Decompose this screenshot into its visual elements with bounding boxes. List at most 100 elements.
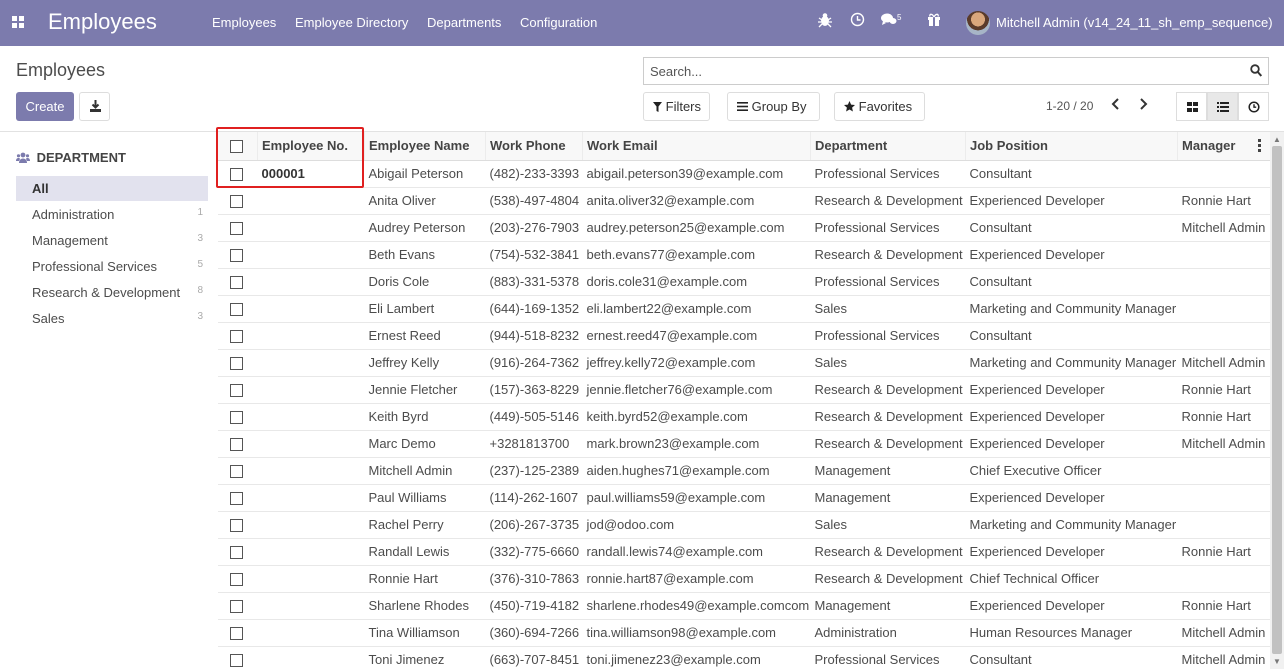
work-email-cell[interactable]: jeffrey.kelly72@example.com: [583, 349, 811, 376]
group-by-button[interactable]: Group By: [727, 92, 820, 121]
app-brand[interactable]: Employees: [48, 9, 157, 35]
work-email-cell[interactable]: tina.williamson98@example.com: [583, 619, 811, 646]
menu-employees[interactable]: Employees: [212, 15, 276, 30]
work-phone-cell[interactable]: (237)-125-2389: [486, 457, 583, 484]
row-checkbox[interactable]: [229, 411, 243, 425]
job-position-cell[interactable]: Consultant: [966, 160, 1178, 187]
sidebar-item-all[interactable]: All: [16, 176, 208, 201]
table-row[interactable]: Sharlene Rhodes (450)-719-4182 sharlene.rh…: [217, 592, 1271, 619]
work-email-cell[interactable]: aiden.hughes71@example.com: [583, 457, 811, 484]
work-email-cell[interactable]: abigail.peterson39@example.com: [583, 160, 811, 187]
favorites-button[interactable]: Favorites: [834, 92, 925, 121]
work-email-cell[interactable]: toni.jimenez23@example.com: [583, 646, 811, 669]
employee-name-cell[interactable]: Jeffrey Kelly: [365, 349, 486, 376]
work-phone-cell[interactable]: (663)-707-8451: [486, 646, 583, 669]
menu-configuration[interactable]: Configuration: [520, 15, 597, 30]
job-position-cell[interactable]: Consultant: [966, 646, 1178, 669]
job-position-cell[interactable]: Consultant: [966, 322, 1178, 349]
department-cell[interactable]: Research & Development: [811, 376, 966, 403]
row-checkbox[interactable]: [229, 276, 243, 290]
column-job-position[interactable]: Job Position: [965, 132, 1178, 161]
employee-name-cell[interactable]: Doris Cole: [365, 268, 486, 295]
work-email-cell[interactable]: ernest.reed47@example.com: [583, 322, 811, 349]
department-cell[interactable]: Professional Services: [811, 646, 966, 669]
manager-cell[interactable]: Ronnie Hart: [1178, 538, 1271, 565]
manager-cell[interactable]: Ronnie Hart: [1178, 376, 1271, 403]
work-email-cell[interactable]: keith.byrd52@example.com: [583, 403, 811, 430]
row-checkbox[interactable]: [229, 222, 243, 236]
department-cell[interactable]: Professional Services: [811, 268, 966, 295]
table-row[interactable]: Marc Demo +3281813700 mark.brown23@example…: [217, 430, 1271, 457]
employee-no-cell[interactable]: [258, 484, 365, 511]
employee-name-cell[interactable]: Randall Lewis: [365, 538, 486, 565]
department-cell[interactable]: Management: [811, 484, 966, 511]
job-position-cell[interactable]: Experienced Developer: [966, 538, 1178, 565]
department-cell[interactable]: Sales: [811, 349, 966, 376]
table-row[interactable]: Keith Byrd (449)-505-5146 keith.byrd52@exa…: [217, 403, 1271, 430]
pager-value[interactable]: 1-20 / 20: [1046, 99, 1093, 113]
debug-bug-icon[interactable]: [818, 12, 832, 32]
scroll-up-icon[interactable]: ▲: [1273, 135, 1281, 144]
table-row[interactable]: Jeffrey Kelly (916)-264-7362 jeffrey.kelly…: [217, 349, 1271, 376]
list-view-button[interactable]: [1207, 92, 1238, 121]
work-phone-cell[interactable]: (538)-497-4804: [486, 187, 583, 214]
job-position-cell[interactable]: Chief Technical Officer: [966, 565, 1178, 592]
row-checkbox[interactable]: [229, 600, 243, 614]
job-position-cell[interactable]: Marketing and Community Manager: [966, 511, 1178, 538]
employee-name-cell[interactable]: Beth Evans: [365, 241, 486, 268]
employee-no-cell[interactable]: [258, 349, 365, 376]
create-button[interactable]: Create: [16, 92, 74, 121]
work-email-cell[interactable]: eli.lambert22@example.com: [583, 295, 811, 322]
work-phone-cell[interactable]: (644)-169-1352: [486, 295, 583, 322]
table-row[interactable]: Ernest Reed (944)-518-8232 ernest.reed47@e…: [217, 322, 1271, 349]
job-position-cell[interactable]: Chief Executive Officer: [966, 457, 1178, 484]
row-checkbox[interactable]: [229, 465, 243, 479]
job-position-cell[interactable]: Experienced Developer: [966, 430, 1178, 457]
work-email-cell[interactable]: ronnie.hart87@example.com: [583, 565, 811, 592]
column-work-email[interactable]: Work Email: [582, 132, 811, 161]
work-phone-cell[interactable]: (203)-276-7903: [486, 214, 583, 241]
table-row[interactable]: Rachel Perry (206)-267-3735 jod@odoo.com Sa…: [217, 511, 1271, 538]
employee-name-cell[interactable]: Marc Demo: [365, 430, 486, 457]
manager-cell[interactable]: Mitchell Admin: [1178, 430, 1271, 457]
job-position-cell[interactable]: Experienced Developer: [966, 592, 1178, 619]
column-manager[interactable]: Manager: [1177, 132, 1271, 161]
work-phone-cell[interactable]: +3281813700: [486, 430, 583, 457]
employee-no-cell[interactable]: [258, 457, 365, 484]
row-checkbox[interactable]: [229, 384, 243, 398]
employee-no-cell[interactable]: [258, 430, 365, 457]
menu-employee-directory[interactable]: Employee Directory: [295, 15, 408, 30]
gift-icon[interactable]: [927, 12, 941, 31]
table-row[interactable]: Mitchell Admin (237)-125-2389 aiden.hughes…: [217, 457, 1271, 484]
employee-no-cell[interactable]: [258, 295, 365, 322]
work-phone-cell[interactable]: (944)-518-8232: [486, 322, 583, 349]
manager-cell[interactable]: [1178, 322, 1271, 349]
work-email-cell[interactable]: jod@odoo.com: [583, 511, 811, 538]
select-all-checkbox[interactable]: [230, 140, 243, 154]
menu-departments[interactable]: Departments: [427, 15, 501, 30]
column-employee-no[interactable]: Employee No.: [257, 132, 365, 161]
work-phone-cell[interactable]: (114)-262-1607: [486, 484, 583, 511]
job-position-cell[interactable]: Experienced Developer: [966, 241, 1178, 268]
export-button[interactable]: [79, 92, 110, 121]
department-cell[interactable]: Sales: [811, 511, 966, 538]
row-checkbox[interactable]: [229, 627, 243, 641]
sidebar-item-administration[interactable]: Administration 1: [16, 202, 208, 227]
manager-cell[interactable]: [1178, 160, 1271, 187]
activity-view-button[interactable]: [1238, 92, 1269, 121]
employee-no-cell[interactable]: [258, 592, 365, 619]
row-checkbox[interactable]: [229, 546, 243, 560]
job-position-cell[interactable]: Consultant: [966, 268, 1178, 295]
employee-name-cell[interactable]: Rachel Perry: [365, 511, 486, 538]
sidebar-item-professional-services[interactable]: Professional Services 5: [16, 254, 208, 279]
table-row[interactable]: Ronnie Hart (376)-310-7863 ronnie.hart87@e…: [217, 565, 1271, 592]
activity-clock-icon[interactable]: [850, 12, 865, 31]
manager-cell[interactable]: [1178, 484, 1271, 511]
sidebar-item-management[interactable]: Management 3: [16, 228, 208, 253]
employee-name-cell[interactable]: Anita Oliver: [365, 187, 486, 214]
optional-columns-icon[interactable]: [1258, 139, 1262, 153]
manager-cell[interactable]: Ronnie Hart: [1178, 592, 1271, 619]
table-row[interactable]: Toni Jimenez (663)-707-8451 toni.jimenez23…: [218, 646, 1271, 669]
manager-cell[interactable]: Mitchell Admin: [1178, 214, 1271, 241]
department-cell[interactable]: Sales: [811, 295, 966, 322]
